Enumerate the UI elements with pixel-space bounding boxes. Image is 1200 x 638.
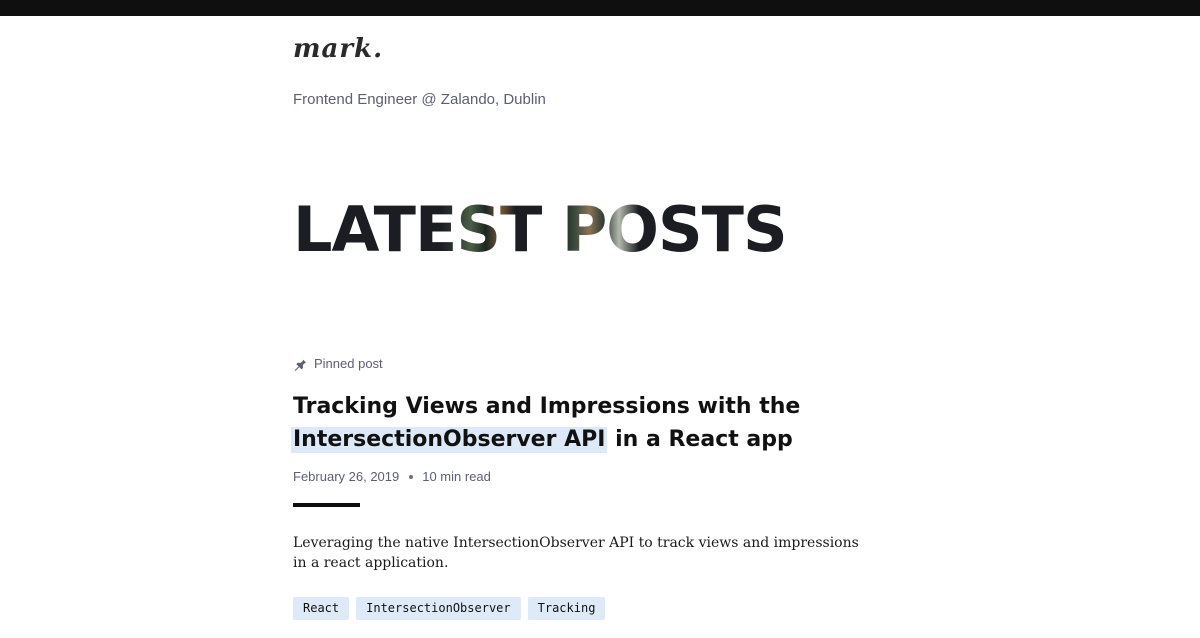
tag-intersectionobserver[interactable]: IntersectionObserver — [356, 597, 521, 620]
post-date: February 26, 2019 — [293, 469, 400, 484]
site-logo[interactable]: mark. — [293, 34, 383, 64]
post-meta: February 26, 2019 10 min read — [293, 469, 491, 484]
pinned-post-indicator: Pinned post — [293, 356, 383, 371]
tag-tracking[interactable]: Tracking — [527, 597, 606, 620]
post-title-line1: Tracking Views and Impressions with the — [293, 394, 801, 419]
meta-separator-dot — [409, 474, 414, 479]
post-read-time: 10 min read — [422, 469, 491, 484]
tag-react[interactable]: React — [293, 597, 350, 620]
post-title-link[interactable]: Tracking Views and Impressions with the … — [293, 390, 893, 456]
pinned-post-label: Pinned post — [314, 356, 383, 371]
post-tags: React IntersectionObserver Tracking — [293, 597, 606, 620]
post-title-rest: in a React app — [615, 427, 793, 452]
post-divider — [293, 503, 360, 507]
pin-icon — [294, 357, 306, 371]
post-title-highlight: IntersectionObserver API — [293, 427, 608, 453]
section-title: LATEST POSTS — [293, 193, 788, 266]
site-tagline: Frontend Engineer @ Zalando, Dublin — [293, 91, 546, 108]
post-excerpt: Leveraging the native IntersectionObserv… — [293, 535, 859, 571]
top-bar — [0, 0, 1200, 16]
